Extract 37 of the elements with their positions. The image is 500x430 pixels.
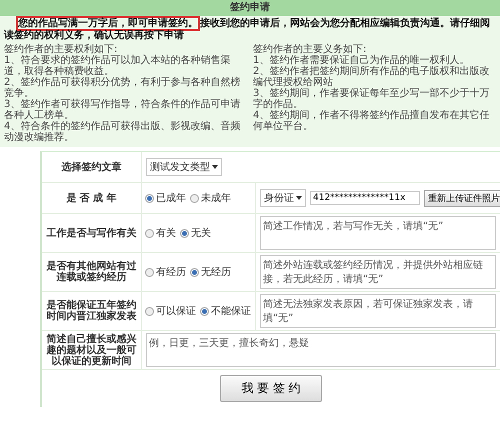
- radio-option[interactable]: 无经历: [190, 265, 231, 279]
- description-field[interactable]: 简述外站连载或签约经历情况，并提供外站相应链接，若无此经历，请填“无”: [260, 255, 496, 289]
- rights-heading: 签约作者的主要权利如下:: [4, 44, 118, 55]
- field-label: 工作是否与写作有关: [46, 228, 136, 238]
- description-field[interactable]: 简述工作情况，若与写作无关，请填“无”: [260, 216, 496, 250]
- description-field[interactable]: 简述无法独家发表原因，若可保证独家发表，请填“无”: [260, 294, 496, 328]
- rights-item: 1、符合要求的签约作品可以加入本站的各种销售渠道，取得各种稿费收益。: [4, 55, 230, 77]
- rights-item: 3、签约作者可获得写作指导，符合条件的作品可申请各种人工榜单。: [4, 99, 242, 121]
- radio-option[interactable]: 有关: [145, 226, 176, 240]
- radio-option[interactable]: 已成年: [145, 191, 186, 205]
- radio-option[interactable]: 无关: [180, 226, 211, 240]
- field-label: 选择签约文章: [62, 162, 122, 172]
- field-label: 是否能保证五年签约时间内晋江独家发表: [46, 300, 137, 322]
- duties-item: 4、签约期间，作者不得将签约作品擅自发布在其它任何单位平台。: [253, 110, 490, 132]
- field-label: 简述自己擅长或感兴趣的题材以及一般可以保证的更新时间: [46, 334, 137, 366]
- rights-item: 4、符合条件的签约作品可获得出版、影视改编、音频动漫改编推荐。: [4, 121, 242, 143]
- field-label: 是 否 成 年: [66, 192, 117, 204]
- rights-item: 2、签约作品可获得积分优势，有利于参与各种自然榜竞争。: [4, 77, 242, 99]
- caret-icon: [212, 165, 218, 169]
- radio-option[interactable]: 未成年: [190, 191, 231, 205]
- duties-heading: 签约作者的主要义务如下:: [253, 44, 368, 55]
- page-title: 签约申请: [0, 0, 500, 16]
- radio-option[interactable]: 有经历: [145, 265, 186, 279]
- field-label: 是否有其他网站有过连载或签约经历: [46, 261, 137, 283]
- article-select[interactable]: 测试发文类型: [146, 158, 222, 176]
- duties-item: 3、签约期间，作者要保证每年至少写一部不少于十万字的作品。: [253, 88, 490, 110]
- radio-option[interactable]: 不能保证: [200, 304, 251, 318]
- caret-icon: [296, 196, 302, 200]
- id-number-field[interactable]: 412*************11x: [310, 191, 420, 205]
- duties-item: 2、签约作者把签约期间所有作品的电子版权和出版改编代理授权给网站: [253, 66, 490, 88]
- radio-option[interactable]: 可以保证: [145, 304, 196, 318]
- duties-item: 1、签约作者需要保证自己为作品的唯一权利人。: [253, 55, 470, 66]
- notice-text: 您的作品写满一万字后，即可申请签约。 接收到您的申请后，网站会为您分配相应编辑负责沟通。请仔细阅读签约的权利义务，确认无误再按下申请: [4, 18, 491, 42]
- description-field[interactable]: 例，日更，三天更，擅长奇幻，悬疑: [146, 333, 496, 367]
- upload-button[interactable]: 重新上传证件照片: [424, 190, 500, 206]
- id-type-select[interactable]: 身份证: [260, 189, 306, 207]
- submit-button[interactable]: 我 要 签 约: [220, 375, 322, 402]
